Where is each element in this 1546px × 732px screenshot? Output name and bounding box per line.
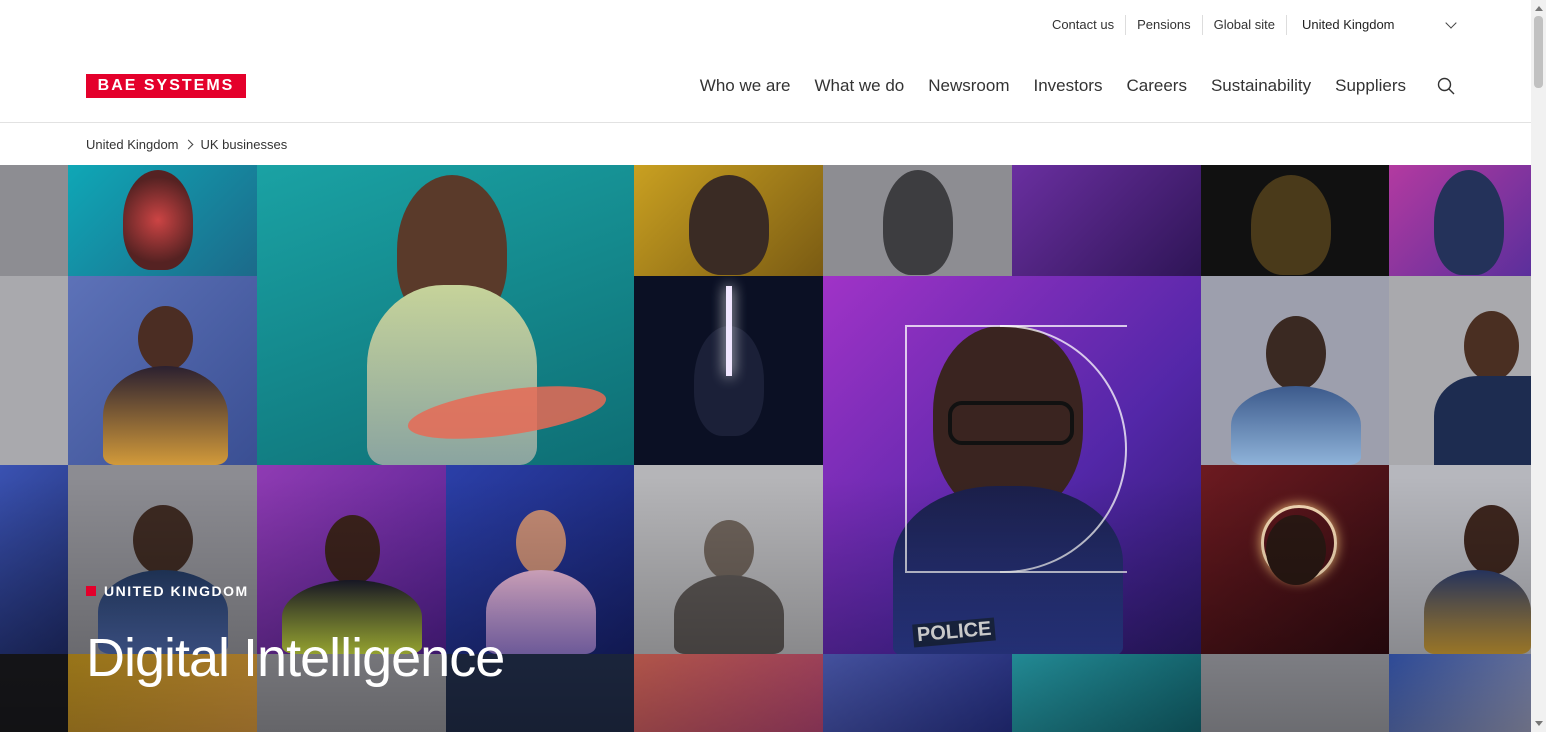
- mosaic-tile: [1201, 165, 1389, 276]
- mosaic-tile: [0, 165, 68, 276]
- mosaic-tile: [1389, 465, 1531, 654]
- utility-bar: Contact us Pensions Global site United K…: [0, 0, 1531, 50]
- nav-item-sustainability[interactable]: Sustainability: [1211, 76, 1311, 96]
- global-site-link[interactable]: Global site: [1203, 15, 1287, 35]
- mosaic-tile: [0, 654, 68, 732]
- mosaic-tile: [634, 654, 823, 732]
- mosaic-tile: [634, 165, 823, 276]
- page: Contact us Pensions Global site United K…: [0, 0, 1531, 732]
- mosaic-tile: [1389, 654, 1531, 732]
- breadcrumb-united-kingdom[interactable]: United Kingdom: [86, 137, 179, 152]
- mosaic-tile: [68, 165, 257, 276]
- main-navigation: BAE SYSTEMS Who we are What we do Newsro…: [0, 50, 1531, 123]
- mosaic-tile: [446, 465, 634, 654]
- hero-tag: UNITED KINGDOM: [86, 583, 249, 599]
- nav-item-newsroom[interactable]: Newsroom: [928, 76, 1009, 96]
- page-title: Digital Intelligence: [86, 628, 505, 688]
- mosaic-tile: [1201, 465, 1389, 654]
- mosaic-tile: [1012, 165, 1201, 276]
- hero-banner: POLICE UNITED KINGDOM Digital Intelligen…: [0, 165, 1531, 732]
- bae-systems-logo[interactable]: BAE SYSTEMS: [86, 74, 246, 98]
- mosaic-tile: [68, 276, 257, 465]
- contact-us-link[interactable]: Contact us: [1041, 15, 1127, 35]
- nav-item-what-we-do[interactable]: What we do: [814, 76, 904, 96]
- chevron-right-icon: [183, 139, 193, 149]
- mosaic-tile: [823, 165, 1012, 276]
- mosaic-tile: [634, 465, 823, 654]
- vertical-scrollbar[interactable]: [1531, 0, 1546, 732]
- breadcrumb: United Kingdom UK businesses: [86, 123, 287, 165]
- region-label: United Kingdom: [1302, 17, 1395, 32]
- mosaic-tile: [257, 165, 634, 465]
- nav-item-who-we-are[interactable]: Who we are: [700, 76, 791, 96]
- mosaic-tile: [0, 276, 68, 465]
- scroll-up-arrow-icon[interactable]: [1535, 6, 1543, 11]
- red-square-icon: [86, 586, 96, 596]
- chevron-down-icon: [1445, 17, 1457, 29]
- mosaic-tile: [1012, 654, 1201, 732]
- mosaic-tile: [1201, 654, 1389, 732]
- mosaic-tile: [68, 465, 257, 654]
- breadcrumb-uk-businesses[interactable]: UK businesses: [201, 137, 288, 152]
- mosaic-tile: [823, 654, 1012, 732]
- scrollbar-thumb[interactable]: [1534, 16, 1543, 88]
- search-icon[interactable]: [1437, 77, 1455, 95]
- mosaic-tile: [257, 465, 446, 654]
- nav-item-investors[interactable]: Investors: [1034, 76, 1103, 96]
- mosaic-tile: [1389, 165, 1531, 276]
- nav-items: Who we are What we do Newsroom Investors…: [676, 76, 1406, 96]
- hero-tag-label: UNITED KINGDOM: [104, 583, 249, 599]
- scroll-down-arrow-icon[interactable]: [1535, 721, 1543, 726]
- nav-item-suppliers[interactable]: Suppliers: [1335, 76, 1406, 96]
- mosaic-tile: [1201, 276, 1389, 465]
- region-selector[interactable]: United Kingdom: [1287, 15, 1458, 35]
- utility-links: Contact us Pensions Global site United K…: [1041, 15, 1458, 35]
- mosaic-tile: [1389, 276, 1531, 465]
- pensions-link[interactable]: Pensions: [1126, 15, 1203, 35]
- mosaic-tile: [0, 465, 68, 654]
- mosaic-tile: [634, 276, 823, 465]
- nav-item-careers[interactable]: Careers: [1126, 76, 1186, 96]
